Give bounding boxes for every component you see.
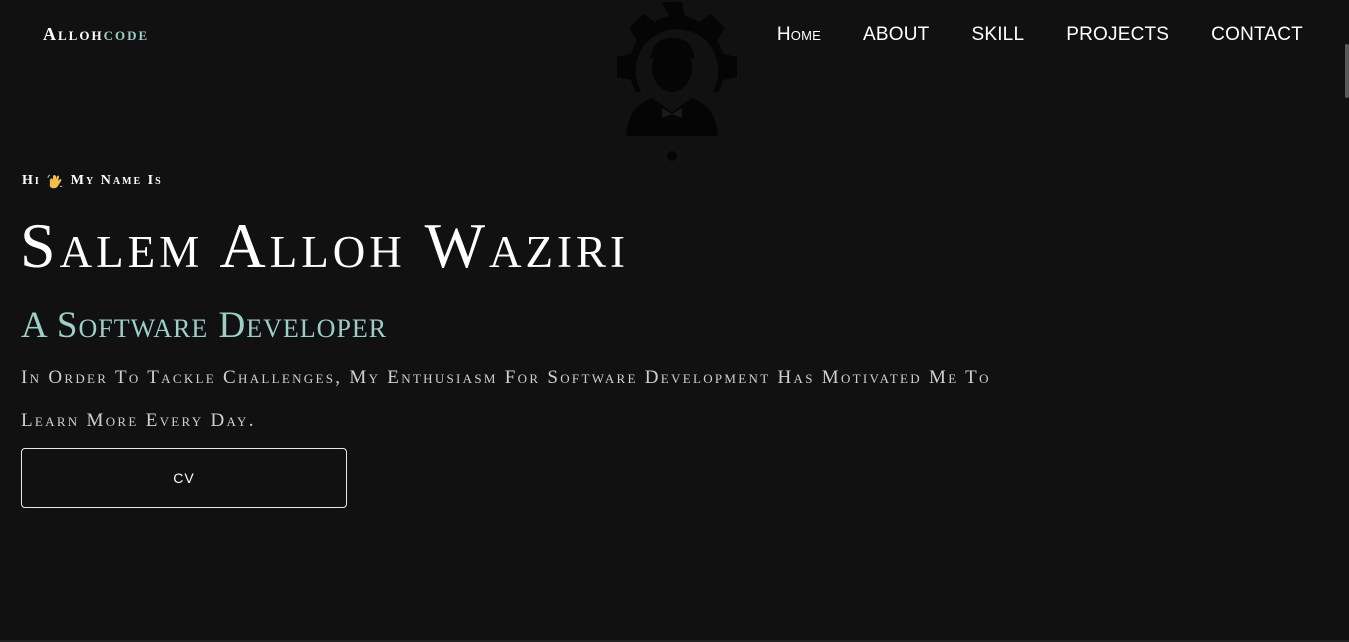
nav-about[interactable]: ABOUT [863,24,929,46]
brand-accent: code [103,24,150,44]
hero-name: Salem Alloh Waziri [20,210,629,281]
hero-greeting: Hi My Name Is [22,173,163,189]
nav-contact[interactable]: CONTACT [1211,24,1303,46]
brand-main: Alloh [43,24,104,44]
developer-gear-avatar-icon [617,2,737,161]
hero-bio: In Order To Tackle Challenges, My Enthus… [21,367,991,431]
brand-logo-text[interactable]: Allohcode [43,24,149,45]
hero-role: A Software Developer [21,305,388,346]
greeting-start: Hi [22,173,41,188]
nav-home[interactable]: Home [777,24,821,46]
cv-button[interactable]: CV [21,448,347,508]
main-nav: Home ABOUT SKILL PROJECTS CONTACT [735,21,1303,49]
page: Allohcode Home ABOUT SKILL PROJECTS CONT… [0,0,1349,642]
greeting-end: My Name Is [70,173,163,188]
nav-projects[interactable]: PROJECTS [1066,24,1169,46]
nav-skill[interactable]: SKILL [971,24,1024,46]
waving-hand-icon [47,174,63,188]
scrollbar-thumb[interactable] [1345,44,1349,98]
